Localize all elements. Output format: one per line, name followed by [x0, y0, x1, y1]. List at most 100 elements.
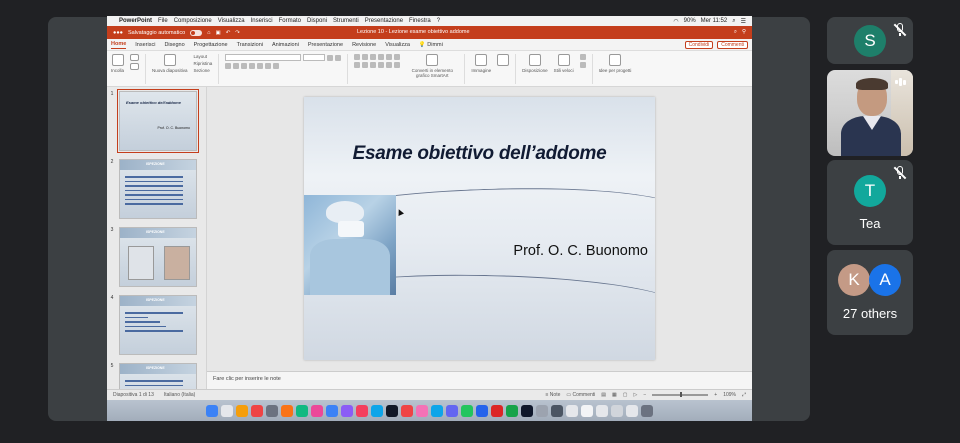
dock-app-icon[interactable]: [521, 404, 533, 417]
slide-editor[interactable]: Esame obiettivo dell’addome Prof. O. C. …: [207, 87, 752, 360]
notes-pane[interactable]: Fare clic per inserire le note: [207, 371, 752, 389]
language-indicator[interactable]: Italiano (Italia): [164, 392, 195, 398]
columns-icon[interactable]: [394, 54, 401, 60]
slide-thumbnail-preview[interactable]: ISPEZIONE: [119, 363, 197, 389]
shrink-font-icon[interactable]: [335, 54, 342, 61]
text-direction-icon[interactable]: [386, 62, 393, 68]
dock-app-icon[interactable]: [611, 404, 623, 417]
menu-finestra[interactable]: Finestra: [409, 18, 431, 24]
reading-view-icon[interactable]: ▢: [623, 392, 628, 398]
tab-presentazione[interactable]: Presentazione: [308, 42, 343, 48]
slide-thumbnail-preview[interactable]: ISPEZIONE: [119, 159, 197, 219]
participant-tile-tea[interactable]: T Tea: [827, 160, 913, 245]
bullets-icon[interactable]: [354, 54, 361, 60]
dock-app-icon[interactable]: [296, 404, 308, 417]
tab-transizioni[interactable]: Transizioni: [237, 42, 263, 48]
copy-icon[interactable]: [130, 63, 140, 70]
dock-app-icon[interactable]: [311, 404, 323, 417]
menu-presentazione[interactable]: Presentazione: [365, 18, 403, 24]
control-center-icon[interactable]: ☰: [741, 18, 746, 25]
dock-app-icon[interactable]: [551, 404, 563, 417]
menu-app-name[interactable]: PowerPoint: [119, 18, 152, 24]
align-center-icon[interactable]: [362, 62, 369, 68]
menu-visualizza[interactable]: Visualizza: [218, 18, 245, 24]
dock-app-icon[interactable]: [236, 404, 248, 417]
line-spacing-icon[interactable]: [386, 54, 393, 60]
quick-styles-button[interactable]: Stili veloci: [554, 54, 574, 73]
participant-video[interactable]: [827, 70, 913, 156]
layout-button[interactable]: Layout: [194, 54, 213, 59]
slideshow-icon[interactable]: ▷: [633, 392, 637, 398]
autosave-toggle[interactable]: [190, 29, 203, 36]
dock-app-icon[interactable]: [641, 404, 653, 417]
slide-thumbnail[interactable]: 3 ISPEZIONE: [109, 227, 197, 287]
grow-font-icon[interactable]: [327, 54, 334, 61]
dock-app-icon[interactable]: [581, 404, 593, 417]
zoom-out-icon[interactable]: −: [643, 392, 646, 398]
section-button[interactable]: Sezione: [194, 68, 213, 73]
align-text-icon[interactable]: [394, 62, 401, 68]
save-icon[interactable]: ▣: [215, 30, 220, 36]
dock-app-icon[interactable]: [446, 404, 458, 417]
dock-app-icon[interactable]: [506, 404, 518, 417]
dock-app-icon[interactable]: [416, 404, 428, 417]
underline-icon[interactable]: [241, 63, 248, 69]
align-right-icon[interactable]: [370, 62, 377, 68]
strikethrough-icon[interactable]: [249, 63, 256, 69]
slide-title[interactable]: Esame obiettivo dell’addome: [304, 143, 655, 165]
tab-progettazione[interactable]: Progettazione: [194, 42, 228, 48]
dock-app-icon[interactable]: [206, 404, 218, 417]
dock-app-icon[interactable]: [371, 404, 383, 417]
menu-formato[interactable]: Formato: [279, 18, 301, 24]
wifi-icon[interactable]: ◠: [673, 18, 678, 25]
dock-app-icon[interactable]: [251, 404, 263, 417]
slide-thumbnail[interactable]: 5 ISPEZIONE: [109, 363, 197, 389]
comments-button[interactable]: Commenti: [717, 40, 748, 49]
dock-app-icon[interactable]: [266, 404, 278, 417]
dock-app-icon[interactable]: [596, 404, 608, 417]
redo-icon[interactable]: ↷: [235, 30, 240, 36]
battery-level[interactable]: 90%: [684, 18, 696, 24]
indent-icon[interactable]: [370, 54, 377, 60]
zoom-slider[interactable]: [652, 392, 709, 397]
dock-app-icon[interactable]: [221, 404, 233, 417]
participant-tile-s[interactable]: S: [827, 17, 913, 64]
font-size-field[interactable]: [303, 54, 326, 61]
superscript-icon[interactable]: [257, 63, 264, 69]
slide-thumbnail[interactable]: 1 Esame obiettivo dell'addome Prof. O. C…: [109, 89, 199, 153]
justify-icon[interactable]: [378, 62, 385, 68]
share-person-icon[interactable]: ⚲: [742, 29, 746, 36]
smartart-button[interactable]: Converti in elemento grafico SmartArt: [406, 54, 458, 78]
home-icon[interactable]: ⌂: [207, 30, 210, 36]
dock-app-icon[interactable]: [281, 404, 293, 417]
menu-composizione[interactable]: Composizione: [174, 18, 212, 24]
picture-button[interactable]: Immagine: [471, 54, 491, 73]
dock-app-icon[interactable]: [326, 404, 338, 417]
dock-app-icon[interactable]: [431, 404, 443, 417]
paste-button[interactable]: Incolla: [111, 54, 124, 73]
comments-toggle[interactable]: ▭ Commenti: [566, 392, 595, 398]
shape-fill-icon[interactable]: [579, 54, 586, 60]
slide-thumbnail[interactable]: 2 ISPEZIONE: [109, 159, 197, 219]
notes-toggle[interactable]: ≡ Note: [545, 392, 560, 398]
shapes-button[interactable]: [497, 54, 510, 66]
new-slide-button[interactable]: Nuova diapositiva: [152, 54, 188, 73]
menu-file[interactable]: File: [158, 18, 168, 24]
italic-icon[interactable]: [233, 63, 240, 69]
slide-author[interactable]: Prof. O. C. Buonomo: [513, 243, 648, 259]
dock-app-icon[interactable]: [626, 404, 638, 417]
dock-app-icon[interactable]: [401, 404, 413, 417]
shape-outline-icon[interactable]: [579, 62, 586, 68]
slide-thumbnail-preview[interactable]: Esame obiettivo dell'addome Prof. O. C. …: [117, 89, 199, 153]
tab-dimmi[interactable]: 💡 Dimmi: [419, 42, 443, 48]
dock-app-icon[interactable]: [341, 404, 353, 417]
dock-app-icon[interactable]: [356, 404, 368, 417]
window-controls[interactable]: ●●●: [113, 30, 123, 36]
dock-app-icon[interactable]: [536, 404, 548, 417]
align-left-icon[interactable]: [354, 62, 361, 68]
numbering-icon[interactable]: [362, 54, 369, 60]
outdent-icon[interactable]: [378, 54, 385, 60]
current-slide[interactable]: Esame obiettivo dell’addome Prof. O. C. …: [304, 97, 655, 360]
surgeon-photo[interactable]: [304, 195, 396, 295]
zoom-in-icon[interactable]: +: [714, 392, 717, 398]
